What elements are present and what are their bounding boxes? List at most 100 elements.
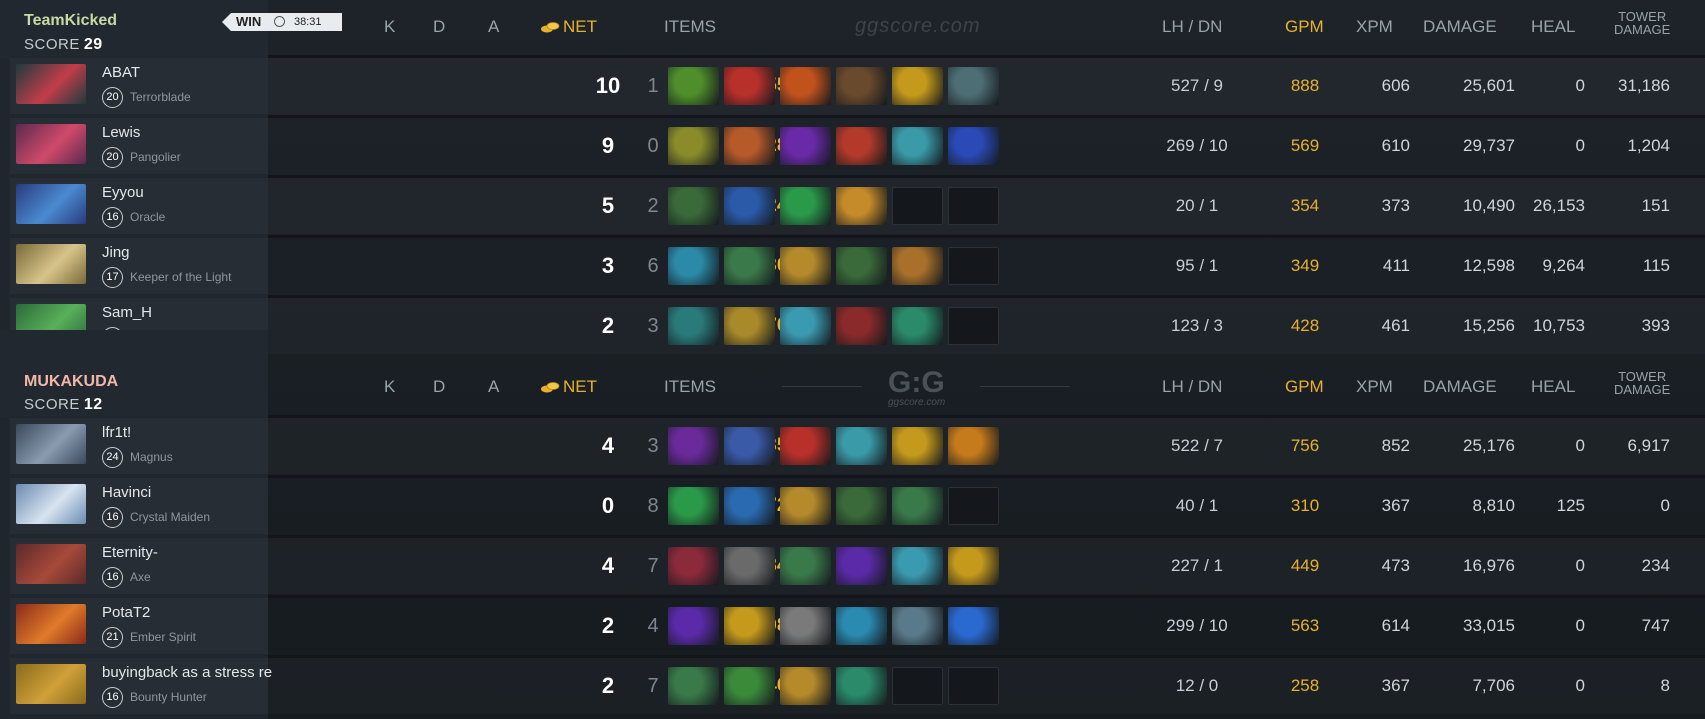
item-icon[interactable] [724, 307, 775, 345]
item-icon[interactable] [724, 127, 775, 165]
stats-row: 08613,72140 / 13103678,8101250 [268, 478, 1705, 534]
empty-item-slot[interactable] [948, 187, 999, 225]
item-icon[interactable] [668, 187, 719, 225]
item-icon[interactable] [780, 127, 831, 165]
item-icon[interactable] [724, 487, 775, 525]
item-icon[interactable] [948, 427, 999, 465]
item-icon[interactable] [892, 607, 943, 645]
item-icon[interactable] [668, 667, 719, 705]
item-icon[interactable] [780, 427, 831, 465]
heal: 0 [1575, 676, 1585, 695]
item-icon[interactable] [780, 607, 831, 645]
item-icon[interactable] [724, 427, 775, 465]
player-card[interactable]: Eternity- 16 Axe [10, 538, 268, 594]
player-name[interactable]: lfr1t! [102, 424, 131, 441]
player-name[interactable]: Jing [102, 244, 130, 261]
item-icon[interactable] [892, 67, 943, 105]
header-tower-damage: TOWER DAMAGE [1614, 370, 1670, 396]
item-icon[interactable] [724, 547, 775, 585]
item-icon[interactable] [724, 607, 775, 645]
item-icon[interactable] [836, 127, 887, 165]
player-card[interactable]: ABAT 20 Terrorblade [10, 58, 268, 114]
item-icon[interactable] [780, 307, 831, 345]
item-icon[interactable] [836, 547, 887, 585]
item-icon[interactable] [724, 247, 775, 285]
item-icon[interactable] [668, 487, 719, 525]
empty-item-slot[interactable] [948, 307, 999, 345]
item-icon[interactable] [780, 487, 831, 525]
player-card[interactable]: Jing 17 Keeper of the Light [10, 238, 268, 294]
empty-item-slot[interactable] [892, 667, 943, 705]
deaths: 2 [647, 195, 659, 217]
player-name[interactable]: ABAT [102, 64, 140, 81]
item-icon[interactable] [948, 127, 999, 165]
item-icon[interactable] [836, 667, 887, 705]
item-icon[interactable] [892, 127, 943, 165]
empty-item-slot[interactable] [948, 667, 999, 705]
item-icon[interactable] [836, 67, 887, 105]
player-card[interactable]: buyingback as a stress re 16 Bounty Hunter [10, 658, 272, 714]
empty-item-slot[interactable] [892, 187, 943, 225]
item-icon[interactable] [724, 187, 775, 225]
hero-name: Bounty Hunter [130, 690, 207, 704]
empty-item-slot[interactable] [948, 487, 999, 525]
item-icon[interactable] [836, 427, 887, 465]
item-icon[interactable] [668, 547, 719, 585]
xpm: 610 [1381, 136, 1410, 155]
score-value: 29 [83, 36, 103, 53]
item-icon[interactable] [724, 667, 775, 705]
win-badge: WIN 38:31 [222, 13, 342, 31]
player-name[interactable]: buyingback as a stress re [102, 664, 272, 681]
item-icon[interactable] [780, 67, 831, 105]
item-icon[interactable] [668, 607, 719, 645]
item-icon[interactable] [780, 667, 831, 705]
header-tower-line2: DAMAGE [1614, 382, 1671, 397]
item-icon[interactable] [892, 307, 943, 345]
item-icon[interactable] [892, 247, 943, 285]
player-name[interactable]: Sam_H [102, 304, 152, 321]
item-icon[interactable] [948, 607, 999, 645]
player-name[interactable]: Eyyou [102, 184, 144, 201]
player-name[interactable]: Havinci [102, 484, 151, 501]
header-d: D [433, 377, 446, 396]
clock-icon [274, 16, 285, 27]
stats-row: 101836,554527 / 988860625,601031,186 [268, 58, 1705, 114]
item-icon[interactable] [724, 67, 775, 105]
item-icon[interactable] [948, 67, 999, 105]
item-icon[interactable] [836, 607, 887, 645]
player-name[interactable]: Eternity- [102, 544, 158, 561]
deaths: 8 [647, 495, 659, 517]
header-gpm: GPM [1285, 17, 1324, 36]
xpm: 373 [1381, 196, 1410, 215]
header-lh-dn: LH / DN [1162, 377, 1223, 396]
player-card[interactable]: PotaT2 21 Ember Spirit [10, 598, 268, 654]
item-icon[interactable] [892, 487, 943, 525]
item-icon[interactable] [892, 547, 943, 585]
item-icon[interactable] [836, 247, 887, 285]
item-icon[interactable] [836, 187, 887, 225]
item-icon[interactable] [780, 187, 831, 225]
stats-row: 232117,702123 / 342846115,25610,753393 [268, 298, 1705, 354]
player-card[interactable]: Eyyou 16 Oracle [10, 178, 268, 234]
item-icon[interactable] [668, 127, 719, 165]
header-d: D [433, 17, 446, 36]
kills: 4 [601, 433, 615, 458]
item-icon[interactable] [892, 427, 943, 465]
empty-item-slot[interactable] [948, 247, 999, 285]
hero-name: Magnus [130, 450, 173, 464]
player-card[interactable]: Lewis 20 Pangolier [10, 118, 268, 174]
player-name[interactable]: Lewis [102, 124, 140, 141]
item-icon[interactable] [668, 307, 719, 345]
item-icon[interactable] [836, 487, 887, 525]
item-icon[interactable] [780, 247, 831, 285]
player-card[interactable]: lfr1t! 24 Magnus [10, 418, 268, 474]
item-icon[interactable] [668, 427, 719, 465]
item-icon[interactable] [668, 67, 719, 105]
deaths: 6 [647, 255, 659, 277]
item-icon[interactable] [780, 547, 831, 585]
player-card[interactable]: Havinci 16 Crystal Maiden [10, 478, 268, 534]
player-name[interactable]: PotaT2 [102, 604, 150, 621]
item-icon[interactable] [948, 547, 999, 585]
item-icon[interactable] [836, 307, 887, 345]
item-icon[interactable] [668, 247, 719, 285]
